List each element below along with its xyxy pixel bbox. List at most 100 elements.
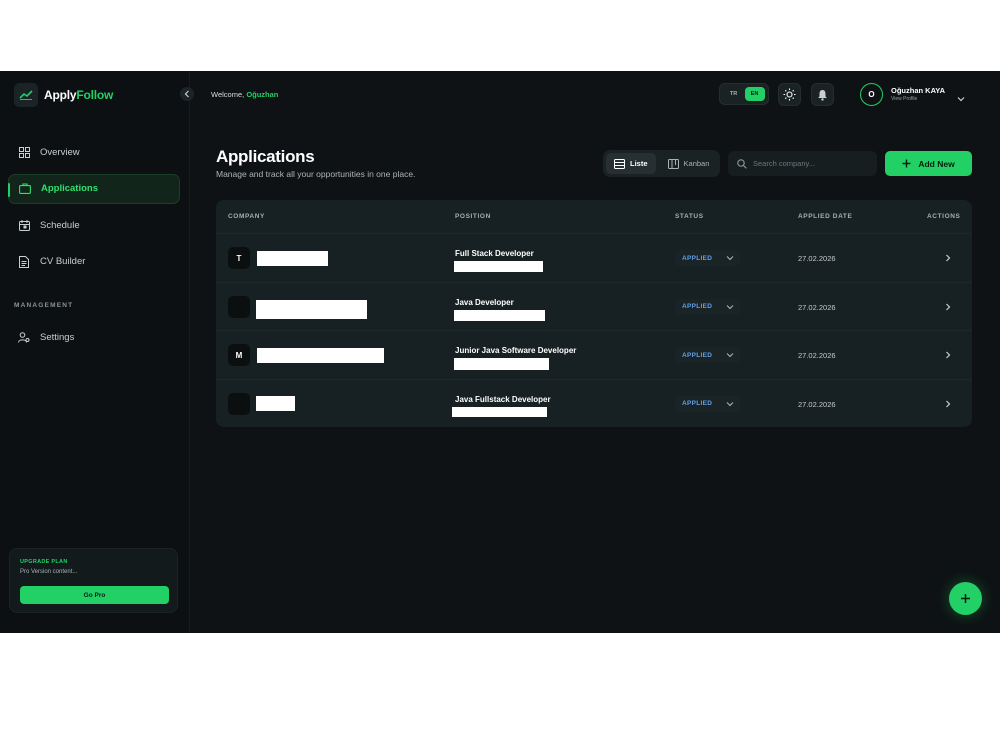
brand-name-part1: Apply — [44, 88, 77, 102]
chevron-right-icon — [946, 254, 951, 262]
view-kanban-button[interactable]: Kanban — [660, 153, 718, 174]
position-title: Java Fullstack Developer — [455, 394, 551, 404]
table-header: COMPANY POSITION STATUS APPLIED DATE ACT… — [216, 200, 972, 233]
upgrade-card: UPGRADE PLAN Pro Version content... Go P… — [9, 548, 178, 613]
sidebar: ApplyFollow Overview Applications Schedu… — [0, 71, 190, 633]
brand[interactable]: ApplyFollow — [14, 83, 113, 107]
search-input[interactable] — [753, 159, 873, 168]
sidebar-item-label: Schedule — [40, 219, 80, 231]
table-row[interactable]: M Junior Java Software Developer APPLIED… — [216, 330, 972, 379]
upgrade-title: UPGRADE PLAN — [20, 559, 68, 565]
brand-name-part2: Follow — [76, 88, 114, 102]
row-open-button[interactable] — [941, 300, 955, 314]
status-dropdown[interactable]: APPLIED — [675, 298, 740, 315]
company-logo: M — [228, 344, 250, 366]
position-title: Junior Java Software Developer — [455, 346, 577, 355]
view-kanban-label: Kanban — [683, 159, 710, 168]
redacted-company-name — [256, 299, 367, 319]
lang-option-tr[interactable]: TR — [724, 87, 744, 101]
applied-date: 27.02.2026 — [798, 351, 836, 360]
floating-add-button[interactable] — [949, 582, 982, 615]
calendar-icon — [18, 219, 30, 231]
table-row[interactable]: Java Developer APPLIED 27.02.2026 — [216, 281, 972, 331]
document-icon — [18, 255, 30, 268]
redacted-company-name — [257, 348, 384, 363]
table-row[interactable]: Java Fullstack Developer APPLIED 27.02.2… — [216, 378, 972, 428]
list-icon — [614, 158, 625, 169]
upgrade-subtitle: Pro Version content... — [20, 569, 78, 575]
chevron-down-icon[interactable] — [957, 89, 965, 107]
search-icon — [737, 158, 747, 169]
applications-table: COMPANY POSITION STATUS APPLIED DATE ACT… — [216, 200, 972, 427]
sidebar-item-settings[interactable]: Settings — [8, 322, 180, 352]
welcome-name: Oğuzhan — [246, 90, 279, 99]
page-title: Applications — [216, 147, 315, 166]
user-name[interactable]: Oğuzhan KAYA — [891, 86, 945, 95]
bell-icon — [818, 89, 827, 101]
sidebar-item-label: Overview — [40, 146, 80, 158]
sidebar-item-label: CV Builder — [40, 256, 86, 267]
redacted-position-detail — [454, 358, 549, 370]
chevron-down-icon — [726, 353, 734, 358]
go-pro-button[interactable]: Go Pro — [20, 586, 169, 604]
status-dropdown[interactable]: APPLIED — [675, 347, 740, 363]
sidebar-item-overview[interactable]: Overview — [8, 137, 180, 167]
kanban-icon — [667, 158, 679, 169]
lang-option-en[interactable]: EN — [744, 87, 765, 101]
chevron-right-icon — [946, 400, 951, 407]
company-logo — [228, 392, 250, 415]
applied-date: 27.02.2026 — [798, 302, 836, 312]
redacted-position-detail — [452, 406, 547, 417]
collapse-sidebar-button[interactable] — [180, 87, 194, 101]
sidebar-item-schedule[interactable]: Schedule — [8, 210, 180, 240]
topbar: Welcome, Oğuzhan TR EN O Oğuzhan KAYA Vi… — [180, 71, 1000, 118]
add-new-button[interactable]: Add New — [885, 151, 972, 176]
column-header-company[interactable]: COMPANY — [228, 213, 265, 220]
view-list-button[interactable]: Liste — [606, 153, 656, 174]
table-row[interactable]: T Full Stack Developer APPLIED 27.02.202… — [216, 233, 972, 282]
sidebar-item-label: Settings — [40, 331, 75, 343]
status-badge: APPLIED — [682, 351, 713, 359]
column-header-applied-date[interactable]: APPLIED DATE — [798, 213, 852, 220]
position-title: Full Stack Developer — [455, 249, 534, 258]
sidebar-management-nav: Settings — [8, 322, 180, 359]
view-list-label: Liste — [630, 159, 648, 168]
page-subtitle: Manage and track all your opportunities … — [216, 169, 416, 179]
briefcase-icon — [19, 183, 31, 195]
brand-name: ApplyFollow — [44, 88, 113, 102]
sidebar-section-label: MANAGEMENT — [14, 302, 74, 309]
theme-toggle-button[interactable] — [778, 83, 801, 106]
chevron-down-icon — [726, 256, 734, 261]
column-header-position[interactable]: POSITION — [455, 213, 491, 220]
status-badge: APPLIED — [682, 303, 713, 310]
status-dropdown[interactable]: APPLIED — [675, 395, 740, 412]
row-open-button[interactable] — [941, 251, 955, 265]
avatar[interactable]: O — [860, 83, 883, 106]
applied-date: 27.02.2026 — [798, 254, 836, 263]
welcome-prefix: Welcome, — [211, 90, 245, 99]
row-open-button[interactable] — [941, 348, 955, 362]
redacted-position-detail — [454, 309, 545, 321]
status-dropdown[interactable]: APPLIED — [675, 250, 740, 266]
redacted-company-name — [257, 251, 328, 266]
chevron-down-icon — [726, 401, 734, 406]
add-new-label: Add New — [918, 158, 955, 169]
grid-icon — [18, 146, 30, 158]
sidebar-item-cv-builder[interactable]: CV Builder — [8, 247, 180, 277]
view-profile-link[interactable]: View Profile — [891, 96, 917, 102]
sidebar-nav: Overview Applications Schedule CV Builde… — [8, 137, 180, 283]
column-header-actions: ACTIONS — [927, 213, 961, 220]
position-title: Java Developer — [455, 297, 514, 307]
sidebar-item-label: Applications — [41, 183, 99, 194]
company-logo — [228, 295, 250, 318]
row-open-button[interactable] — [941, 397, 955, 411]
column-header-status[interactable]: STATUS — [675, 213, 704, 220]
plus-icon — [902, 159, 911, 168]
chevron-down-icon — [726, 304, 734, 309]
view-toggle: Liste Kanban — [603, 150, 720, 177]
sidebar-item-applications[interactable]: Applications — [8, 173, 180, 204]
chevron-right-icon — [946, 303, 951, 310]
notifications-button[interactable] — [811, 83, 834, 106]
applied-date: 27.02.2026 — [798, 399, 836, 409]
status-badge: APPLIED — [682, 254, 713, 262]
